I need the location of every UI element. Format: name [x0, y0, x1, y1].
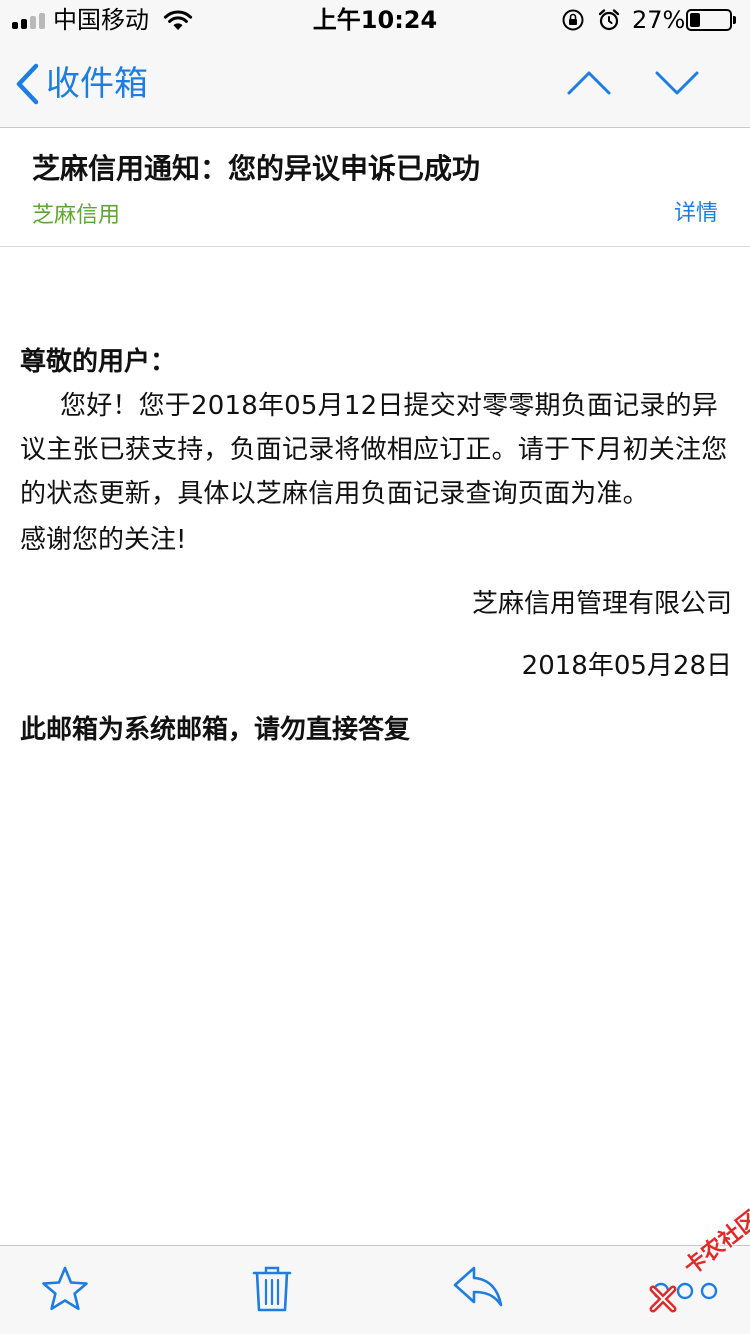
status-bar: 中国移动 上午10:24 27%: [0, 0, 750, 40]
chevron-up-icon: [567, 71, 611, 95]
details-link[interactable]: 详情: [674, 199, 718, 229]
back-label: 收件箱: [46, 64, 148, 104]
trash-icon: [252, 1266, 292, 1312]
chevron-left-icon: [16, 63, 39, 105]
watermark-text: 卡农社区: [679, 1206, 750, 1281]
battery-fill: [690, 13, 700, 27]
delete-button[interactable]: [252, 1264, 292, 1318]
chevron-down-icon: [655, 71, 699, 95]
previous-message-button[interactable]: [566, 68, 612, 102]
mail-thanks: 感谢您的关注!: [20, 525, 187, 555]
reply-button[interactable]: [452, 1264, 504, 1312]
system-mail-notice: 此邮箱为系统邮箱，请勿直接答复: [20, 715, 411, 745]
nav-bar: 收件箱: [0, 40, 750, 128]
mail-sender[interactable]: 芝麻信用: [32, 201, 120, 231]
signature-date: 2018年05月28日: [521, 651, 732, 681]
mail-paragraph: 您好！您于2018年05月12日提交对零零期负面记录的异议主张已获支持，负面记录…: [20, 391, 728, 509]
battery-icon: [686, 9, 736, 31]
alarm-icon: [597, 8, 621, 36]
mail-body: 尊敬的用户： 您好！您于2018年05月12日提交对零零期负面记录的异议主张已获…: [20, 340, 732, 752]
back-button[interactable]: 收件箱: [14, 62, 148, 106]
flag-button[interactable]: [40, 1264, 90, 1318]
rotation-lock-icon: [561, 8, 585, 36]
mail-subject: 芝麻信用通知：您的异议申诉已成功: [32, 152, 481, 185]
signature-company: 芝麻信用管理有限公司: [471, 589, 732, 619]
battery-percent: 27%: [632, 6, 686, 34]
mail-header: 芝麻信用通知：您的异议申诉已成功 芝麻信用 详情: [0, 129, 750, 247]
reply-icon: [453, 1266, 503, 1307]
watermark-logo-icon: [649, 1285, 677, 1313]
mail-greeting: 尊敬的用户：: [20, 347, 177, 377]
next-message-button[interactable]: [654, 68, 700, 102]
bottom-toolbar: [0, 1245, 750, 1334]
watermark: 卡农社区: [646, 1207, 750, 1314]
star-icon: [42, 1266, 88, 1311]
